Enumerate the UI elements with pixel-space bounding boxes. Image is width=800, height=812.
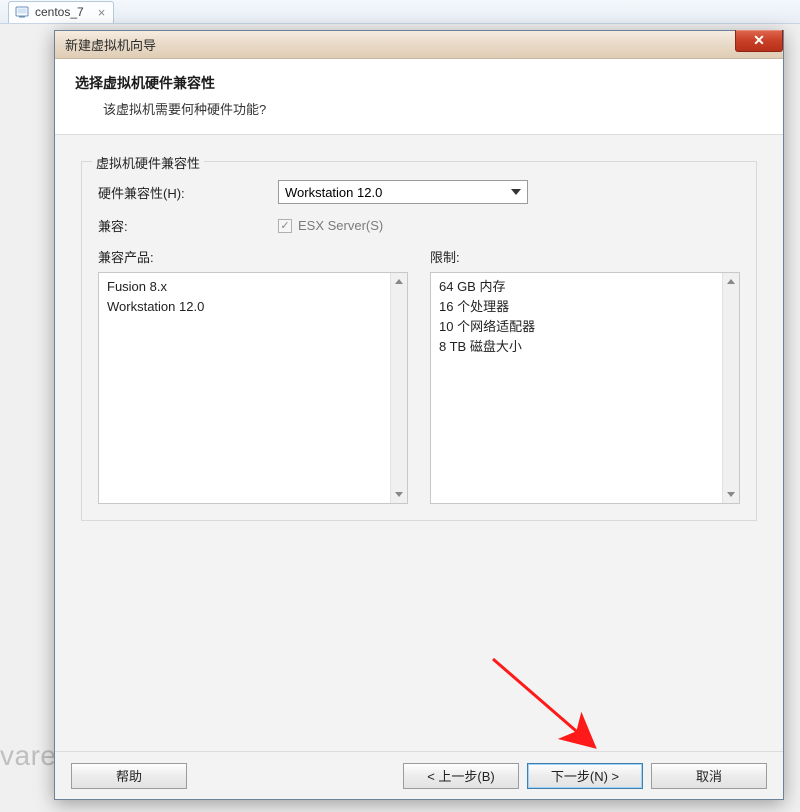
next-button[interactable]: 下一步(N) > — [527, 763, 643, 789]
lists-row: 兼容产品: Fusion 8.x Workstation 12.0 限制: — [98, 247, 740, 504]
limits-label: 限制: — [430, 247, 740, 266]
page-title: 选择虚拟机硬件兼容性 — [75, 73, 763, 93]
dialog-title: 新建虚拟机向导 — [65, 35, 156, 54]
compat-checkbox-row: 兼容: ✓ ESX Server(S) — [98, 216, 740, 235]
hw-compat-dropdown[interactable]: Workstation 12.0 — [278, 180, 528, 204]
scroll-down-button[interactable] — [723, 486, 739, 503]
new-vm-wizard-dialog: 新建虚拟机向导 ✕ 选择虚拟机硬件兼容性 该虚拟机需要何种硬件功能? 虚拟机硬件… — [54, 30, 784, 800]
help-button[interactable]: 帮助 — [71, 763, 187, 789]
list-item: Workstation 12.0 — [107, 297, 382, 317]
chevron-down-icon — [727, 492, 735, 497]
list-item: 10 个网络适配器 — [439, 317, 714, 337]
scroll-down-button[interactable] — [391, 486, 407, 503]
tab-label: centos_7 — [35, 5, 84, 19]
scrollbar[interactable] — [390, 273, 407, 503]
list-item: 8 TB 磁盘大小 — [439, 337, 714, 357]
annotation-arrow — [485, 651, 615, 761]
tab-centos7[interactable]: centos_7 × — [8, 1, 114, 23]
checkbox-icon: ✓ — [278, 219, 292, 233]
compatible-products-label: 兼容产品: — [98, 247, 408, 266]
hw-compat-value: Workstation 12.0 — [285, 185, 382, 200]
back-button[interactable]: < 上一步(B) — [403, 763, 519, 789]
vm-icon — [15, 5, 29, 19]
list-item: 64 GB 内存 — [439, 277, 714, 297]
close-icon: ✕ — [753, 32, 765, 49]
page-subtitle: 该虚拟机需要何种硬件功能? — [75, 99, 763, 118]
titlebar[interactable]: 新建虚拟机向导 ✕ — [55, 31, 783, 59]
checkbox-label: ESX Server(S) — [298, 218, 383, 233]
compatible-products-listbox[interactable]: Fusion 8.x Workstation 12.0 — [98, 272, 408, 504]
wizard-body: 虚拟机硬件兼容性 硬件兼容性(H): Workstation 12.0 兼容: … — [55, 135, 783, 539]
compatible-products-column: 兼容产品: Fusion 8.x Workstation 12.0 — [98, 247, 408, 504]
compat-row-label: 兼容: — [98, 216, 278, 235]
hw-compat-label: 硬件兼容性(H): — [98, 183, 278, 202]
hw-compat-row: 硬件兼容性(H): Workstation 12.0 — [98, 180, 740, 204]
chevron-up-icon — [395, 279, 403, 284]
vmware-watermark-fragment: vare — [0, 740, 56, 772]
chevron-down-icon — [395, 492, 403, 497]
wizard-header: 选择虚拟机硬件兼容性 该虚拟机需要何种硬件功能? — [55, 59, 783, 135]
chevron-up-icon — [727, 279, 735, 284]
group-legend: 虚拟机硬件兼容性 — [92, 153, 204, 172]
wizard-footer: 帮助 < 上一步(B) 下一步(N) > 取消 — [55, 751, 783, 799]
limits-content: 64 GB 内存 16 个处理器 10 个网络适配器 8 TB 磁盘大小 — [431, 273, 722, 503]
scrollbar[interactable] — [722, 273, 739, 503]
hw-compat-group: 虚拟机硬件兼容性 硬件兼容性(H): Workstation 12.0 兼容: … — [81, 161, 757, 521]
window-close-button[interactable]: ✕ — [735, 30, 783, 52]
compatible-products-content: Fusion 8.x Workstation 12.0 — [99, 273, 390, 503]
close-icon[interactable]: × — [98, 6, 106, 19]
editor-tab-bar: centos_7 × — [0, 0, 800, 24]
list-item: 16 个处理器 — [439, 297, 714, 317]
limits-column: 限制: 64 GB 内存 16 个处理器 10 个网络适配器 8 TB 磁盘大小 — [430, 247, 740, 504]
chevron-down-icon — [511, 189, 521, 195]
esx-server-checkbox: ✓ ESX Server(S) — [278, 218, 740, 233]
scroll-up-button[interactable] — [723, 273, 739, 290]
cancel-button[interactable]: 取消 — [651, 763, 767, 789]
limits-listbox[interactable]: 64 GB 内存 16 个处理器 10 个网络适配器 8 TB 磁盘大小 — [430, 272, 740, 504]
scroll-up-button[interactable] — [391, 273, 407, 290]
list-item: Fusion 8.x — [107, 277, 382, 297]
